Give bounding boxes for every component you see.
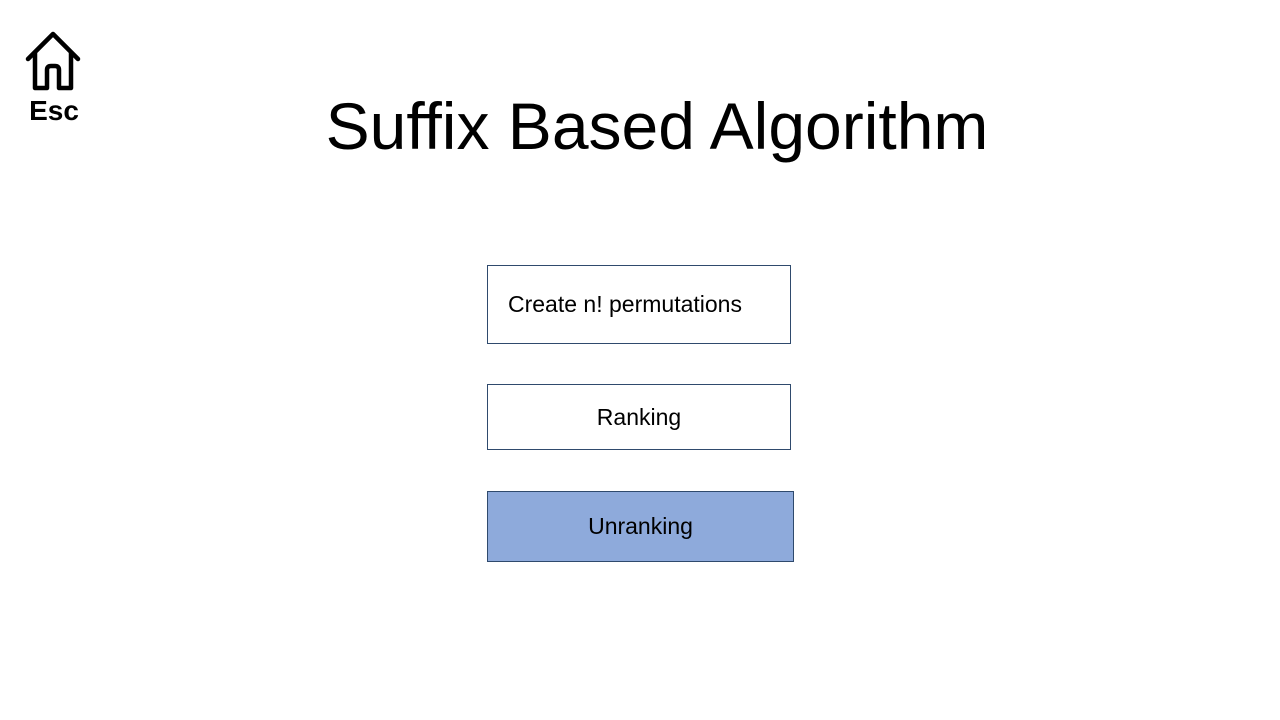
- ranking-label: Ranking: [596, 403, 682, 430]
- ranking-button[interactable]: Ranking: [487, 384, 791, 450]
- unranking-button[interactable]: Unranking: [487, 491, 794, 562]
- slide: Esc Suffix Based Algorithm Create n! per…: [0, 0, 1280, 720]
- unranking-label: Unranking: [588, 513, 693, 539]
- home-icon: [25, 31, 81, 91]
- create-permutations-button[interactable]: Create n! permutations: [487, 265, 791, 344]
- create-permutations-label: Create n! permutations: [508, 291, 742, 317]
- page-title: Suffix Based Algorithm: [325, 89, 989, 163]
